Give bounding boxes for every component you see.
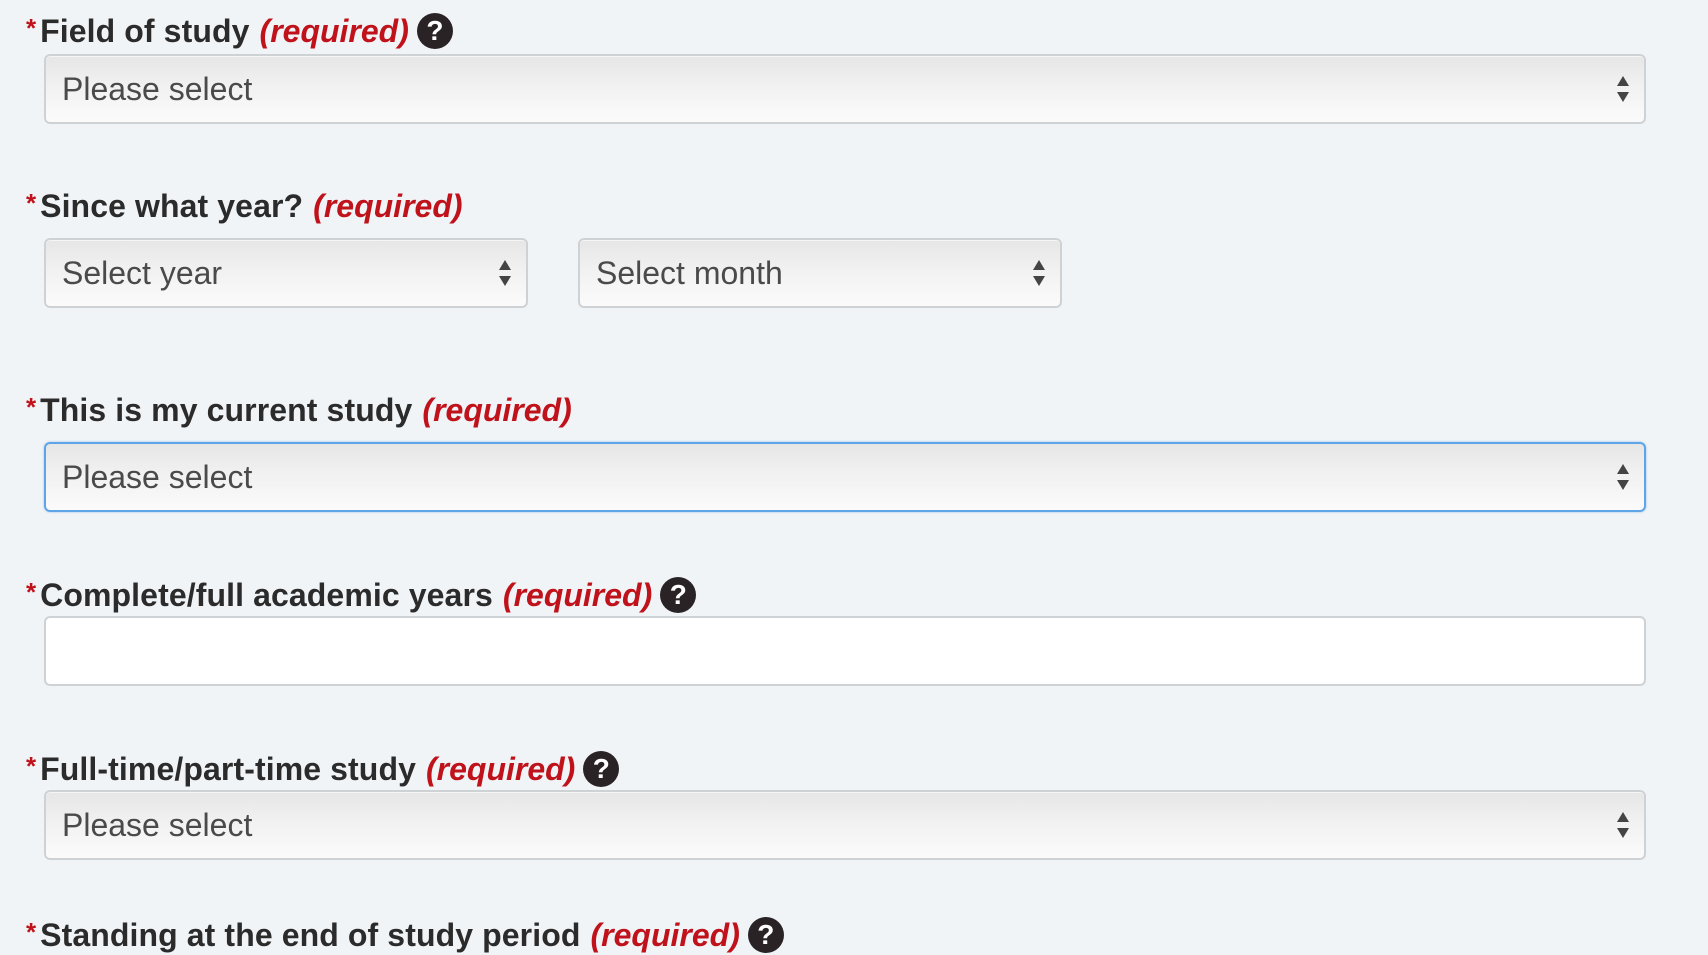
sort-arrows-icon — [1032, 258, 1046, 288]
field-of-study-select[interactable]: Please select — [44, 54, 1646, 124]
required-tag: (required) — [590, 916, 740, 953]
required-asterisk: * — [26, 576, 37, 607]
required-asterisk: * — [26, 391, 37, 422]
select-year-dropdown[interactable]: Select year — [44, 238, 528, 308]
current-study-select[interactable]: Please select — [44, 442, 1646, 512]
field-label-text: This is my current study — [40, 391, 413, 428]
select-value: Select month — [596, 254, 783, 291]
required-asterisk: * — [26, 187, 37, 218]
study-mode-label: * Full-time/part-time study (required) ? — [26, 749, 620, 789]
question-circle-icon[interactable]: ? — [747, 917, 784, 953]
select-value: Please select — [62, 70, 253, 107]
study-mode-select[interactable]: Please select — [44, 790, 1646, 860]
required-tag: (required) — [313, 187, 463, 224]
academic-years-label: * Complete/full academic years (required… — [26, 575, 697, 615]
field-label-text: Standing at the end of study period — [40, 916, 581, 953]
required-tag: (required) — [259, 12, 409, 49]
field-label-text: Since what year? — [40, 187, 304, 224]
sort-arrows-icon — [1616, 810, 1630, 840]
select-value: Please select — [62, 806, 253, 843]
field-label-text: Complete/full academic years — [40, 576, 493, 613]
since-year-label: * Since what year? (required) — [26, 186, 463, 226]
required-tag: (required) — [422, 391, 572, 428]
required-asterisk: * — [26, 916, 37, 947]
question-circle-icon[interactable]: ? — [583, 751, 620, 787]
sort-arrows-icon — [1616, 462, 1630, 492]
required-tag: (required) — [502, 576, 653, 613]
field-label-text: Field of study — [40, 12, 250, 49]
select-value: Please select — [62, 458, 253, 495]
required-asterisk: * — [26, 750, 37, 781]
sort-arrows-icon — [498, 258, 512, 288]
current-study-label: * This is my current study (required) — [26, 390, 572, 430]
academic-years-input[interactable] — [44, 616, 1646, 686]
select-month-dropdown[interactable]: Select month — [578, 238, 1062, 308]
required-tag: (required) — [425, 750, 576, 787]
required-asterisk: * — [26, 12, 37, 43]
standing-label: * Standing at the end of study period (r… — [26, 915, 784, 955]
field-label-text: Full-time/part-time study — [40, 750, 416, 787]
question-circle-icon[interactable]: ? — [660, 577, 697, 613]
sort-arrows-icon — [1616, 74, 1630, 104]
field-of-study-label: * Field of study (required) ? — [26, 11, 453, 51]
select-value: Select year — [62, 254, 223, 291]
question-circle-icon[interactable]: ? — [416, 13, 453, 49]
